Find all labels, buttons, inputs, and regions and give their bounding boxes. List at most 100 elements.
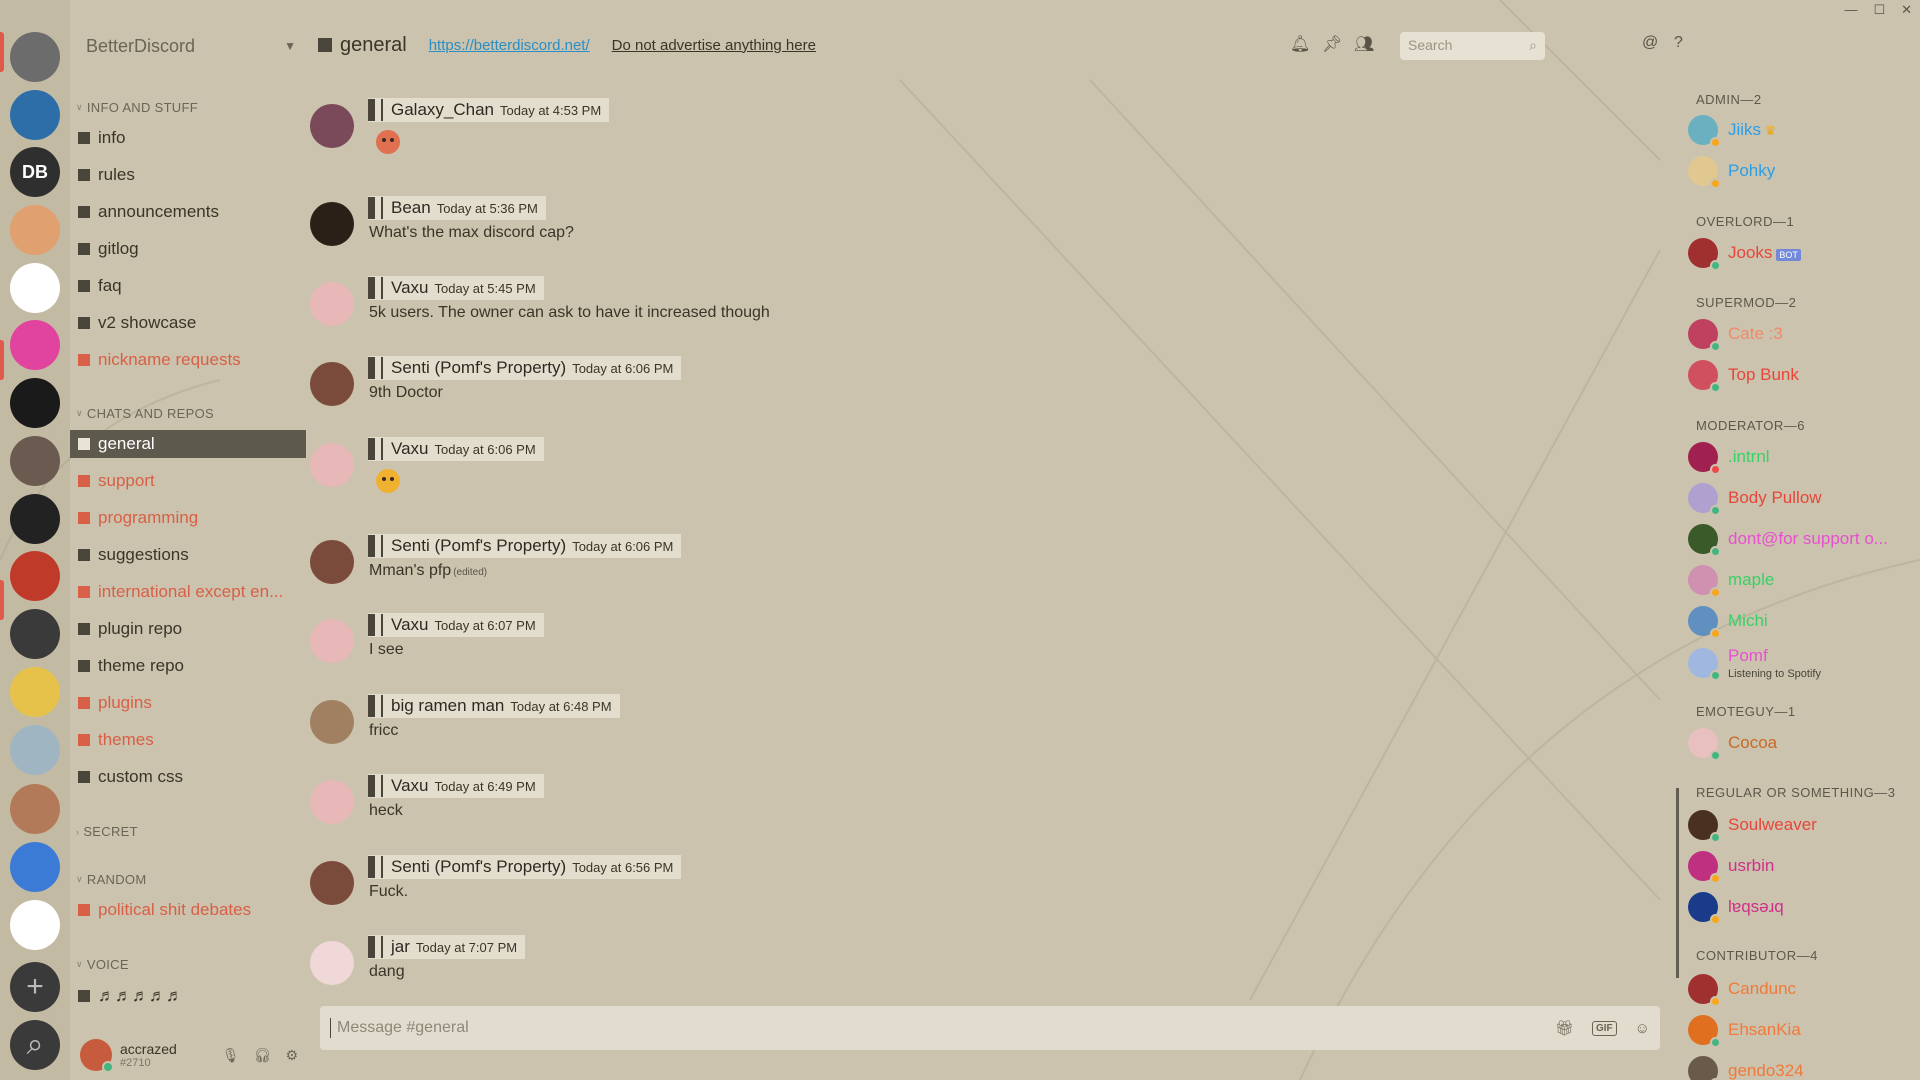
member-item[interactable]: Jiiks ♛ (1688, 113, 1918, 148)
channel-plugin-repo[interactable]: plugin repo (70, 615, 306, 643)
channel-rules[interactable]: rules (70, 161, 306, 189)
pin-icon[interactable]: 📌︎ (1322, 34, 1342, 54)
server-icon[interactable] (10, 320, 60, 370)
member-item[interactable]: EhsanKia (1688, 1013, 1918, 1048)
search-input[interactable]: Search ⌕ (1400, 32, 1545, 60)
channel-suggestions[interactable]: suggestions (70, 541, 306, 569)
bell-icon[interactable]: 🔔︎ (1290, 34, 1310, 54)
author-name[interactable]: Senti (Pomf's Property) (391, 857, 566, 877)
channel-gitlog[interactable]: gitlog (70, 235, 306, 263)
minimize-button[interactable]: — (1844, 2, 1857, 18)
member-item[interactable]: Cate :3 (1688, 317, 1918, 352)
member-item[interactable]: Cocoa (1688, 726, 1918, 761)
channel-announcements[interactable]: announcements (70, 198, 306, 226)
maximize-button[interactable]: ☐ (1873, 2, 1885, 18)
microphone-icon[interactable]: 🎙︎ (222, 1047, 240, 1064)
channel-v2-showcase[interactable]: v2 showcase (70, 309, 306, 337)
server-icon[interactable] (10, 32, 60, 82)
member-item[interactable]: Michi (1688, 604, 1918, 639)
channel-custom-css[interactable]: custom css (70, 763, 306, 791)
channel-programming[interactable]: programming (70, 504, 306, 532)
channel-nickname-requests[interactable]: nickname requests (70, 346, 306, 374)
author-name[interactable]: jar (391, 937, 410, 957)
channel-general[interactable]: general (70, 430, 306, 458)
member-item[interactable]: Candunc (1688, 972, 1918, 1007)
member-item[interactable]: maple (1688, 563, 1918, 598)
member-item[interactable]: gendo324 (1688, 1054, 1918, 1080)
guild-header[interactable]: BetterDiscord ▼ (86, 34, 296, 58)
members-icon[interactable]: 👥︎ (1354, 34, 1374, 54)
server-icon[interactable] (10, 378, 60, 428)
gear-icon[interactable]: ⚙ (285, 1047, 298, 1064)
author-name[interactable]: Vaxu (391, 615, 429, 635)
server-icon[interactable] (10, 784, 60, 834)
server-icon[interactable] (10, 842, 60, 892)
author-name[interactable]: Vaxu (391, 776, 429, 796)
help-icon[interactable]: ? (1674, 34, 1683, 52)
emoji-icon[interactable]: ☺ (1635, 1020, 1650, 1037)
channel-faq[interactable]: faq (70, 272, 306, 300)
server-icon[interactable]: DB (10, 147, 60, 197)
member-item[interactable]: Jooks BOT (1688, 236, 1918, 271)
server-icon[interactable] (10, 263, 60, 313)
author-name[interactable]: Bean (391, 198, 431, 218)
category-chats-and-repos[interactable]: ∨ CHATS AND REPOS (76, 406, 214, 421)
author-name[interactable]: Galaxy_Chan (391, 100, 494, 120)
avatar[interactable] (310, 861, 354, 905)
channel-plugins[interactable]: plugins (70, 689, 306, 717)
avatar[interactable] (310, 700, 354, 744)
category-random[interactable]: ∨ RANDOM (76, 872, 146, 887)
category-secret[interactable]: › SECRET (76, 824, 138, 839)
avatar[interactable] (310, 202, 354, 246)
channel-themes[interactable]: themes (70, 726, 306, 754)
member-item[interactable]: Pomf Listening to Spotify (1688, 646, 1918, 681)
channel-international[interactable]: international except en... (70, 578, 306, 606)
avatar[interactable] (310, 443, 354, 487)
category-info[interactable]: ∨ INFO AND STUFF (76, 100, 198, 115)
voice-channel[interactable]: ♬♬♬♬♬ (70, 982, 306, 1010)
member-item[interactable]: Top Bunk (1688, 358, 1918, 393)
avatar[interactable] (310, 619, 354, 663)
avatar[interactable] (310, 780, 354, 824)
mention-icon[interactable]: @ (1642, 34, 1658, 52)
member-item[interactable]: .intrnl (1688, 440, 1918, 475)
gift-icon[interactable]: 🎁︎ (1555, 1019, 1574, 1037)
category-voice[interactable]: ∨ VOICE (76, 957, 129, 972)
member-item[interactable]: Soulweaver (1688, 808, 1918, 843)
gif-button[interactable]: GIF (1592, 1020, 1617, 1036)
member-item[interactable]: Body Pullow (1688, 481, 1918, 516)
server-icon[interactable] (10, 900, 60, 950)
server-icon[interactable] (10, 725, 60, 775)
headphones-icon[interactable]: 🎧︎ (254, 1047, 272, 1064)
close-button[interactable]: ✕ (1901, 2, 1912, 18)
server-icon[interactable] (10, 609, 60, 659)
member-item[interactable]: usrbin (1688, 849, 1918, 884)
member-item[interactable]: dont@for support o... (1688, 522, 1918, 557)
avatar[interactable] (310, 941, 354, 985)
member-item[interactable]: Pohky (1688, 154, 1918, 189)
server-icon[interactable] (10, 667, 60, 717)
member-item[interactable]: lɐqsǝɹq (1688, 890, 1918, 925)
topic-link[interactable]: https://betterdiscord.net/ (429, 37, 590, 54)
server-icon[interactable] (10, 205, 60, 255)
avatar[interactable] (80, 1039, 114, 1073)
avatar[interactable] (310, 540, 354, 584)
server-icon[interactable] (10, 551, 60, 601)
avatar[interactable] (310, 104, 354, 148)
channel-theme-repo[interactable]: theme repo (70, 652, 306, 680)
channel-political-debates[interactable]: political shit debates (70, 896, 306, 924)
server-icon[interactable] (10, 90, 60, 140)
channel-support[interactable]: support (70, 467, 306, 495)
topic-text[interactable]: Do not advertise anything here (612, 37, 816, 54)
message-input[interactable]: Message #general 🎁︎ GIF ☺ (320, 1006, 1660, 1050)
author-name[interactable]: Vaxu (391, 439, 429, 459)
server-search-icon[interactable]: ⌕ (10, 1020, 60, 1070)
avatar[interactable] (310, 362, 354, 406)
author-name[interactable]: Senti (Pomf's Property) (391, 536, 566, 556)
author-name[interactable]: big ramen man (391, 696, 504, 716)
author-name[interactable]: Vaxu (391, 278, 429, 298)
server-icon[interactable] (10, 494, 60, 544)
server-icon[interactable] (10, 436, 60, 486)
avatar[interactable] (310, 282, 354, 326)
channel-info[interactable]: info (70, 124, 306, 152)
